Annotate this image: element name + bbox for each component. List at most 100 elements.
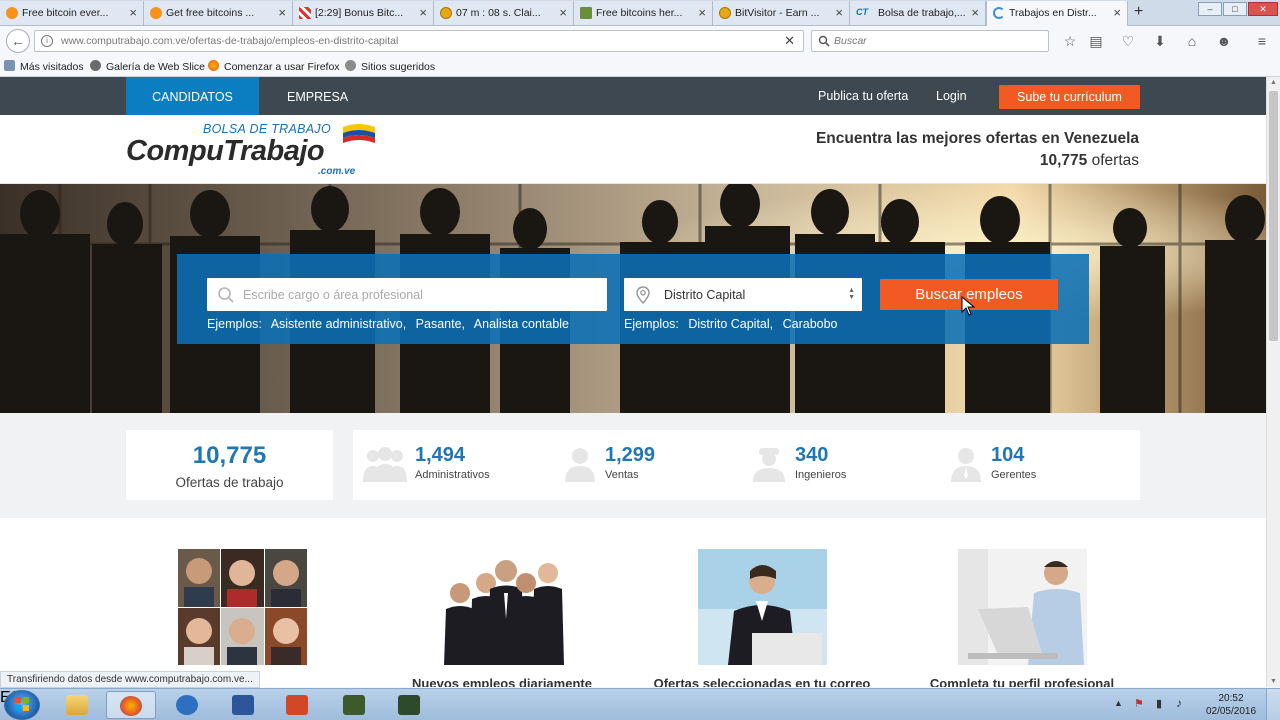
bookmark-item[interactable]: Más visitados — [4, 60, 84, 73]
close-tab-icon[interactable]: × — [419, 5, 427, 20]
bookmark-star-icon[interactable]: ☆ — [1060, 31, 1080, 51]
close-tab-icon[interactable]: × — [278, 5, 286, 20]
browser-tab[interactable]: Free bitcoin ever... × — [0, 1, 144, 25]
browser-tab[interactable]: Free bitcoins her... × — [574, 1, 713, 25]
address-bar[interactable]: i www.computrabajo.com.ve/ofertas-de-tra… — [34, 30, 804, 52]
maximize-button[interactable]: □ — [1223, 2, 1247, 16]
bookmark-item[interactable]: Comenzar a usar Firefox — [208, 60, 340, 73]
menu-icon[interactable]: ≡ — [1252, 31, 1272, 51]
taskbar-ccleaner[interactable] — [163, 691, 213, 719]
chat-icon[interactable]: ☻ — [1214, 31, 1234, 51]
search-icon — [218, 287, 234, 303]
nav-empresa[interactable]: EMPRESA — [287, 77, 348, 115]
stat-label: Ventas — [605, 469, 639, 481]
site-logo[interactable]: CompuTrabajo — [126, 135, 325, 168]
downloads-icon[interactable]: ⬇ — [1150, 31, 1170, 51]
person-icon — [565, 448, 595, 482]
close-tab-icon[interactable]: × — [971, 5, 979, 20]
site-header: BOLSA DE TRABAJO CompuTrabajo .com.ve En… — [0, 115, 1266, 184]
browser-tab-active[interactable]: Trabajos en Distr... × — [986, 1, 1128, 27]
volume-tray-icon[interactable]: ♪ — [1176, 696, 1182, 710]
upload-cv-button[interactable]: Sube tu currículum — [999, 85, 1140, 109]
pocket-icon[interactable]: ♡ — [1118, 31, 1138, 51]
close-tab-icon[interactable]: × — [1113, 5, 1121, 20]
example-link[interactable]: Asistente administrativo, — [271, 317, 406, 331]
browser-tab[interactable]: Get free bitcoins ... × — [144, 1, 293, 25]
total-offers-number: 10,775 — [192, 442, 267, 469]
taskbar-word[interactable] — [219, 691, 269, 719]
flag-tray-icon[interactable]: ⚑ — [1134, 697, 1144, 710]
site-info-icon[interactable]: i — [41, 35, 53, 47]
close-window-button[interactable]: ✕ — [1248, 2, 1278, 16]
location-select[interactable]: Distrito Capital ▲ ▼ — [624, 278, 862, 311]
stat-label: Gerentes — [991, 469, 1037, 481]
taskbar-app[interactable] — [330, 691, 380, 719]
tab-title: 07 m : 08 s. Clai... — [456, 7, 541, 19]
nav-candidatos[interactable]: CANDIDATOS — [126, 77, 259, 115]
browser-tab[interactable]: BitVisitor - Earn ... × — [713, 1, 850, 25]
tab-title: Trabajos en Distr... — [1009, 7, 1097, 19]
bookmark-label: Galería de Web Slice — [106, 61, 206, 73]
engineer-icon — [753, 448, 785, 482]
select-arrows-icon: ▲ ▼ — [848, 287, 855, 301]
bookmark-item[interactable]: Galería de Web Slice — [90, 60, 205, 73]
powerpoint-icon — [286, 695, 308, 715]
total-offers-card[interactable]: 10,775 Ofertas de trabajo — [126, 430, 333, 500]
reading-list-icon[interactable]: ▤ — [1086, 31, 1106, 51]
offer-count-number: 10,775 — [1039, 152, 1088, 169]
firefox-icon — [120, 696, 142, 716]
new-tab-button[interactable]: + — [1134, 3, 1143, 21]
scroll-up-icon[interactable]: ▲ — [1270, 79, 1277, 86]
globe-icon — [345, 60, 356, 71]
example-link[interactable]: Carabobo — [783, 317, 838, 331]
stats-section: 10,775 Ofertas de trabajo 1,494 Administ… — [0, 413, 1266, 518]
taskbar-firefox[interactable] — [106, 691, 156, 719]
network-tray-icon[interactable]: ▮ — [1156, 697, 1162, 710]
close-tab-icon[interactable]: × — [698, 5, 706, 20]
nav-login[interactable]: Login — [936, 89, 967, 103]
url-text: www.computrabajo.com.ve/ofertas-de-traba… — [61, 35, 398, 47]
site-top-nav: CANDIDATOS EMPRESA Publica tu oferta Log… — [0, 77, 1266, 115]
example-link[interactable]: Pasante, — [416, 317, 465, 331]
hero-banner: Escribe cargo o área profesional Distrit… — [0, 184, 1266, 413]
nav-publica-oferta[interactable]: Publica tu oferta — [818, 89, 908, 103]
start-button[interactable] — [4, 690, 40, 720]
offer-count-word: ofertas — [1091, 152, 1139, 169]
bookmark-folder-icon — [4, 60, 15, 71]
search-bar[interactable]: Buscar — [811, 30, 1049, 52]
stop-loading-icon[interactable]: ✕ — [784, 33, 795, 49]
show-desktop-button[interactable] — [1266, 689, 1280, 720]
tagline-text: Encuentra las mejores ofertas en Venezue… — [815, 130, 1139, 147]
close-tab-icon[interactable]: × — [129, 5, 137, 20]
close-tab-icon[interactable]: × — [559, 5, 567, 20]
close-tab-icon[interactable]: × — [835, 5, 843, 20]
browser-tab[interactable]: 07 m : 08 s. Clai... × — [434, 1, 574, 25]
taskbar-powerpoint[interactable] — [273, 691, 323, 719]
page-scrollbar[interactable]: ▲ ▼ — [1266, 77, 1280, 687]
manager-icon — [951, 448, 981, 482]
scroll-down-icon[interactable]: ▼ — [1270, 678, 1277, 685]
stat-value: 104 — [991, 444, 1025, 466]
job-search-input[interactable]: Escribe cargo o área profesional — [207, 278, 607, 311]
checker-favicon-icon — [299, 7, 311, 19]
location-pin-icon — [636, 286, 650, 304]
features-section: tuito Nuevos empleos diariamente Ofertas… — [0, 518, 1266, 687]
url-path: /ofertas-de-trabajo/empleos-en-distrito-… — [186, 35, 399, 47]
example-link[interactable]: Analista contable — [474, 317, 569, 331]
tray-expand-icon[interactable]: ▲ — [1114, 698, 1123, 708]
image-favicon-icon — [580, 7, 592, 19]
feature-title-completa-perfil: Completa tu perfil profesional — [929, 676, 1115, 687]
bookmark-item[interactable]: Sitios sugeridos — [345, 60, 435, 73]
example-link[interactable]: Distrito Capital, — [688, 317, 773, 331]
browser-tab[interactable]: [2:29] Bonus Bitc... × — [293, 1, 434, 25]
minimize-button[interactable]: – — [1198, 2, 1222, 16]
system-clock[interactable]: 20:52 02/05/2016 — [1200, 692, 1262, 718]
stat-value: 340 — [795, 444, 829, 466]
browser-tab[interactable]: CT Bolsa de trabajo,... × — [850, 1, 986, 25]
location-value: Distrito Capital — [664, 288, 746, 302]
back-button[interactable]: ← — [6, 29, 30, 53]
home-icon[interactable]: ⌂ — [1182, 31, 1202, 51]
taskbar-app[interactable] — [385, 691, 435, 719]
scrollbar-thumb[interactable] — [1269, 91, 1278, 341]
taskbar-explorer[interactable] — [53, 691, 103, 719]
